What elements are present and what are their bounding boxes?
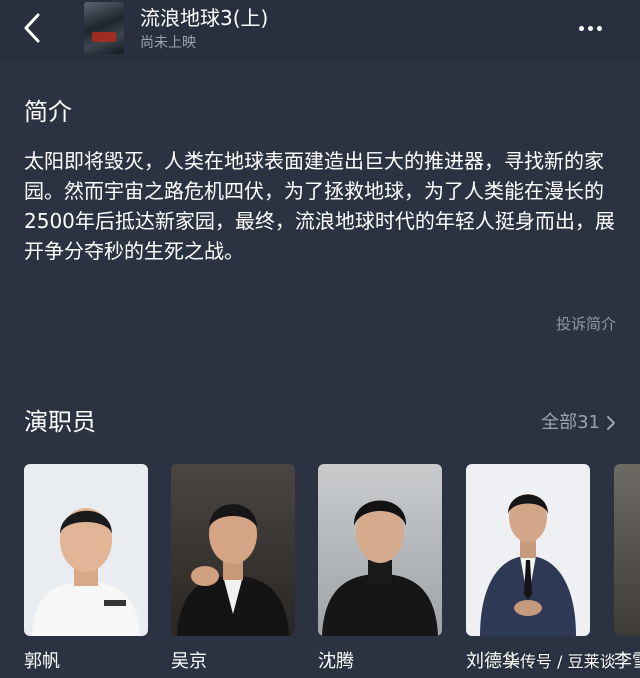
poster-logo-mark <box>92 32 116 42</box>
cast-name: 沈腾 <box>318 651 354 672</box>
cast-photo <box>466 464 590 636</box>
cast-list: 郭帆 吴京 沈腾 刘德华 李 <box>24 464 640 678</box>
cast-card[interactable]: 吴京 <box>171 464 295 672</box>
cast-card[interactable]: 郭帆 <box>24 464 148 672</box>
cast-photo <box>318 464 442 636</box>
cast-card[interactable]: 沈腾 <box>318 464 442 672</box>
back-button[interactable] <box>14 10 50 46</box>
synopsis-text: 太阳即将毁灭，人类在地球表面建造出巨大的推进器，寻找新的家园。然而宇宙之路危机四… <box>24 149 615 263</box>
cast-photo <box>614 464 640 636</box>
more-options-button[interactable] <box>570 14 610 42</box>
cast-heading: 演职员 <box>24 408 96 436</box>
movie-title: 流浪地球3(上) <box>140 6 269 30</box>
chevron-left-icon <box>24 13 40 43</box>
release-status: 尚未上映 <box>140 35 196 51</box>
movie-poster-thumbnail[interactable] <box>84 2 124 54</box>
cast-photo <box>171 464 295 636</box>
cast-count-label: 全部31 <box>541 412 600 433</box>
top-bar: 流浪地球3(上) 尚未上映 <box>0 0 640 62</box>
synopsis-heading: 简介 <box>24 98 72 126</box>
chevron-right-icon <box>607 416 615 430</box>
cast-card[interactable]: 李雪 <box>614 464 640 672</box>
cast-name: 李雪 <box>614 651 640 672</box>
cast-name: 吴京 <box>171 651 207 672</box>
cast-photo <box>24 464 148 636</box>
more-horizontal-icon <box>578 25 584 31</box>
cast-view-all-button[interactable]: 全部31 <box>541 411 616 435</box>
source-watermark: 头传号 / 豆莱谈 <box>504 652 616 671</box>
cast-name: 郭帆 <box>24 651 60 672</box>
cast-card[interactable]: 刘德华 <box>466 464 590 672</box>
report-synopsis-link[interactable]: 投诉简介 <box>556 314 616 334</box>
